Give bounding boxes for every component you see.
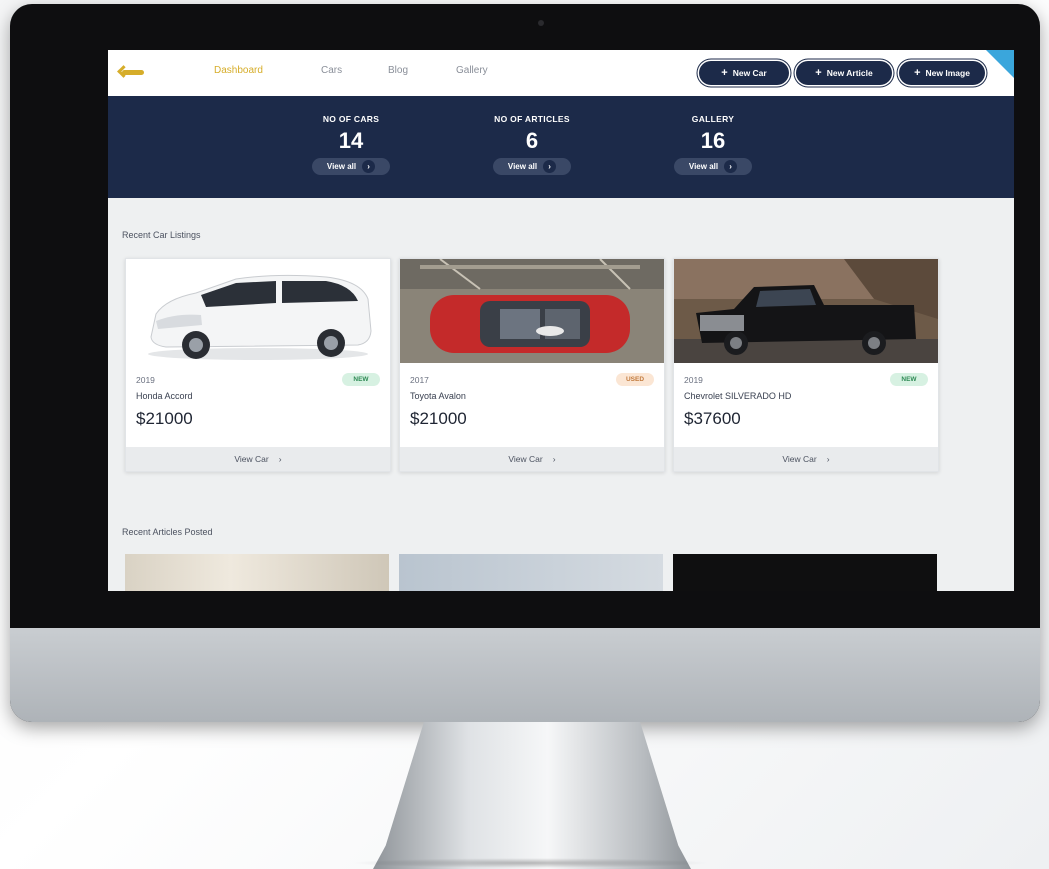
condition-badge: NEW <box>342 373 380 386</box>
nav-link-cars[interactable]: Cars <box>321 65 342 76</box>
car-card[interactable]: 2017 USED Toyota Avalon $21000 View Car … <box>399 258 665 472</box>
plus-icon: + <box>721 67 728 79</box>
chevron-right-icon: › <box>826 454 830 464</box>
stat-cars: NO OF CARS 14 View all › <box>286 114 416 175</box>
car-model: Toyota Avalon <box>410 391 466 401</box>
nav-link-blog[interactable]: Blog <box>388 65 408 76</box>
chevron-right-icon: › <box>552 454 556 464</box>
new-image-button[interactable]: + New Image <box>899 61 985 85</box>
plus-icon: + <box>914 67 921 79</box>
nav-link-gallery[interactable]: Gallery <box>456 65 488 76</box>
top-navbar: Dashboard Cars Blog Gallery + New Car + … <box>108 50 1014 96</box>
stat-value: 16 <box>700 128 726 153</box>
car-photo-pickup-truck <box>674 259 938 363</box>
car-model: Honda Accord <box>136 391 193 401</box>
car-card[interactable]: 2019 NEW Honda Accord $21000 View Car › <box>125 258 391 472</box>
nav-link-dashboard[interactable]: Dashboard <box>214 65 263 76</box>
car-price: $21000 <box>136 409 193 428</box>
view-all-label: View all <box>688 162 719 171</box>
car-photo-minivan <box>126 259 390 363</box>
stat-articles: NO OF ARTICLES 6 View all › <box>467 114 597 175</box>
chevron-right-icon: › <box>543 160 557 173</box>
stats-bar: NO OF CARS 14 View all › NO OF ARTICLES … <box>108 96 1014 198</box>
recent-cars-title: Recent Car Listings <box>122 230 201 240</box>
corner-ribbon-icon[interactable] <box>986 50 1014 78</box>
view-all-articles-button[interactable]: View all › <box>493 158 571 175</box>
camera-dot <box>538 20 544 26</box>
view-car-label: View Car <box>782 454 817 464</box>
view-car-button[interactable]: View Car › <box>400 447 664 471</box>
condition-badge: NEW <box>890 373 928 386</box>
car-model: Chevrolet SILVERADO HD <box>684 391 792 401</box>
stat-label: GALLERY <box>691 114 735 124</box>
car-year: 2019 <box>684 375 703 385</box>
view-car-label: View Car <box>234 454 269 464</box>
car-year: 2019 <box>136 375 155 385</box>
screen: Dashboard Cars Blog Gallery + New Car + … <box>108 50 1014 591</box>
chevron-right-icon: › <box>724 160 738 173</box>
car-photo-sedan-top-view <box>400 259 664 363</box>
article-card-image[interactable] <box>125 554 389 591</box>
view-all-cars-button[interactable]: View all › <box>312 158 390 175</box>
car-card[interactable]: 2019 NEW Chevrolet SILVERADO HD $37600 V… <box>673 258 939 472</box>
stat-label: NO OF CARS <box>322 114 380 124</box>
new-article-label: New Article <box>826 68 873 78</box>
chevron-right-icon: › <box>362 160 376 173</box>
new-car-label: New Car <box>732 68 767 78</box>
car-price: $21000 <box>410 409 467 428</box>
condition-badge: USED <box>616 373 654 386</box>
recent-articles-title: Recent Articles Posted <box>122 527 213 537</box>
stat-label: NO OF ARTICLES <box>494 114 570 124</box>
stat-value: 14 <box>338 128 364 153</box>
back-arrow-logo-icon[interactable] <box>122 70 144 75</box>
stat-gallery: GALLERY 16 View all › <box>648 114 778 175</box>
view-all-gallery-button[interactable]: View all › <box>674 158 752 175</box>
view-all-label: View all <box>507 162 538 171</box>
plus-icon: + <box>815 67 822 79</box>
car-price: $37600 <box>684 409 741 428</box>
new-car-button[interactable]: + New Car <box>699 61 789 85</box>
article-card-image[interactable] <box>673 554 937 591</box>
new-article-button[interactable]: + New Article <box>796 61 892 85</box>
view-all-label: View all <box>326 162 357 171</box>
view-car-label: View Car <box>508 454 543 464</box>
article-card-image[interactable] <box>399 554 663 591</box>
stat-value: 6 <box>525 128 539 153</box>
stand-shadow <box>350 858 710 868</box>
view-car-button[interactable]: View Car › <box>126 447 390 471</box>
new-image-label: New Image <box>925 68 970 78</box>
monitor-stand <box>373 722 691 869</box>
view-car-button[interactable]: View Car › <box>674 447 938 471</box>
monitor-chin <box>10 628 1040 722</box>
car-year: 2017 <box>410 375 429 385</box>
chevron-right-icon: › <box>278 454 282 464</box>
